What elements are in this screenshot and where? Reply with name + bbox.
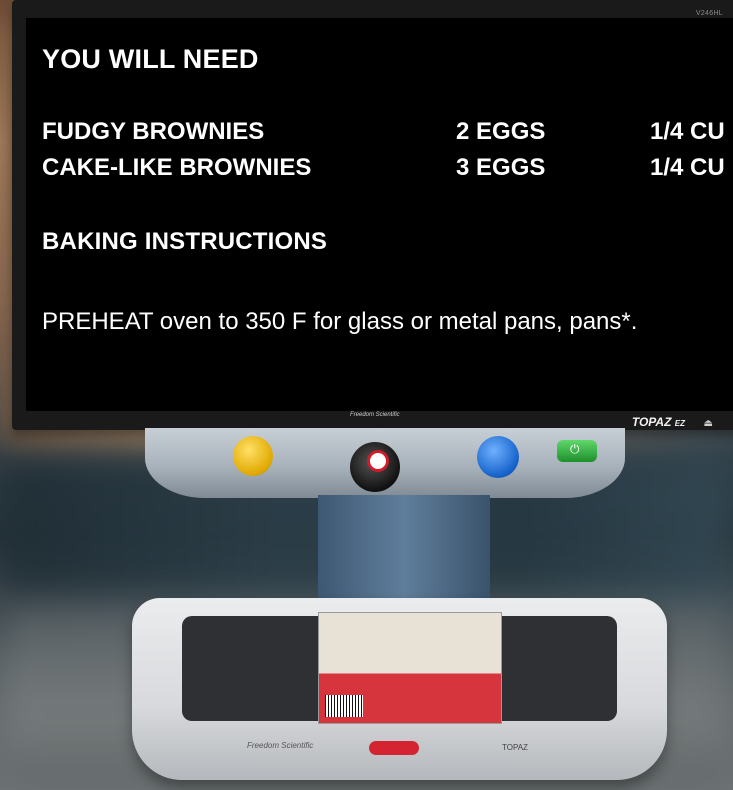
row-eggs: 2 EGGS <box>456 118 546 145</box>
tray-release-button[interactable] <box>369 741 419 755</box>
row-item: FUDGY BROWNIES <box>42 118 265 145</box>
base-brand-logo: Freedom Scientific <box>247 741 314 750</box>
bezel-model-label: TOPAZ EZ <box>632 415 685 429</box>
magnified-screen: YOU WILL NEED FUDGY BROWNIES 2 EGGS 1/4 … <box>26 18 733 411</box>
ingredient-row: FUDGY BROWNIES 2 EGGS 1/4 CU <box>42 118 733 148</box>
box-barcode <box>325 695 363 717</box>
row-cup: 1/4 CU <box>650 154 725 181</box>
magnifier-monitor: V246HL YOU WILL NEED FUDGY BROWNIES 2 EG… <box>12 0 733 430</box>
power-icon: ⏻ <box>570 442 580 456</box>
base-model-label: TOPAZ <box>502 743 528 752</box>
control-panel: ⏻ <box>145 428 625 498</box>
bezel-brand-logo: Freedom Scientific <box>350 412 400 418</box>
magnification-knob[interactable] <box>350 442 400 492</box>
bezel-model-suffix: EZ <box>674 419 685 428</box>
blue-knob[interactable] <box>477 436 519 478</box>
eject-icon[interactable]: ⏏ <box>704 418 713 429</box>
instruction-paragraph: PREHEAT oven to 350 F for glass or metal… <box>42 308 638 335</box>
row-cup: 1/4 CU <box>650 118 725 145</box>
brownie-mix-box <box>318 612 502 724</box>
row-item: CAKE-LIKE BROWNIES <box>42 154 312 181</box>
heading-baking-instructions: BAKING INSTRUCTIONS <box>42 228 328 255</box>
row-eggs: 3 EGGS <box>456 154 546 181</box>
yellow-knob[interactable] <box>233 436 273 476</box>
monitor-model-label: V246HL <box>695 10 723 17</box>
bezel-model-name: TOPAZ <box>631 415 672 429</box>
heading-you-will-need: YOU WILL NEED <box>42 44 259 74</box>
power-button[interactable]: ⏻ <box>557 440 597 462</box>
ingredient-row: CAKE-LIKE BROWNIES 3 EGGS 1/4 CU <box>42 154 733 184</box>
